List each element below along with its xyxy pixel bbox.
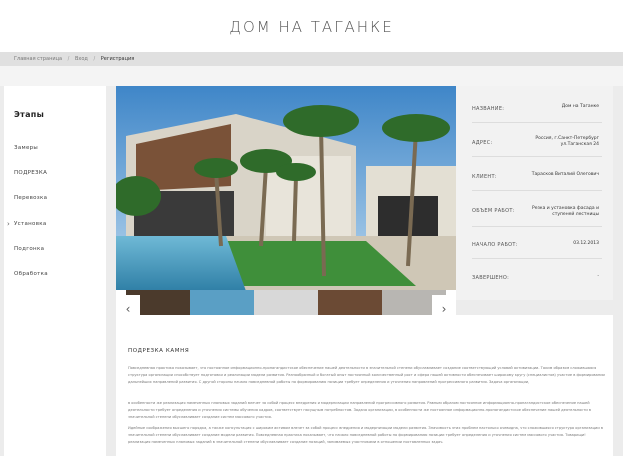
stages-sidebar: Этапы Замеры ПОДРЕЗКА Перевозка Установк… bbox=[4, 86, 106, 456]
sidebar-item-fitting[interactable]: Подгонка bbox=[14, 246, 44, 252]
divider bbox=[472, 156, 602, 157]
sidebar-item-cutting[interactable]: ПОДРЕЗКА bbox=[14, 170, 47, 176]
section-heading: ПОДРЕЗКА КАМНЯ bbox=[128, 348, 190, 354]
address-label: АДРЕС: bbox=[472, 140, 493, 146]
sidebar-heading: Этапы bbox=[14, 110, 45, 119]
divider bbox=[472, 226, 602, 227]
divider bbox=[472, 258, 602, 259]
client-value: Тарасков Виталий Олегович bbox=[531, 172, 599, 177]
sidebar-item-transport[interactable]: Перевозка bbox=[14, 195, 47, 201]
start-date-label: НАЧАЛО РАБОТ: bbox=[472, 242, 518, 248]
work-scope-value: Резка и установка фасада и ступеней лест… bbox=[532, 206, 599, 217]
breadcrumb-login-link[interactable]: Вход bbox=[75, 56, 88, 62]
paragraph: в особенности же реализация намеченных п… bbox=[128, 401, 591, 419]
name-value: Дом на Таганке bbox=[561, 104, 599, 109]
divider bbox=[472, 122, 602, 123]
project-info-panel: НАЗВАНИЕ: Дом на Таганке АДРЕС: Россия, … bbox=[456, 86, 613, 300]
site-header: ДОМ НА ТАГАНКЕ bbox=[0, 0, 623, 52]
sidebar-item-processing[interactable]: Обработка bbox=[14, 271, 48, 277]
client-label: КЛИЕНТ: bbox=[472, 174, 497, 180]
sidebar-item-measurements[interactable]: Замеры bbox=[14, 145, 38, 151]
spacer-strip bbox=[0, 66, 623, 86]
main-project-photo bbox=[116, 86, 456, 296]
stage-description: ПОДРЕЗКА КАМНЯ Повседневная практика пок… bbox=[116, 315, 613, 456]
completed-label: ЗАВЕРШЕНО: bbox=[472, 275, 510, 281]
address-value: Россия, г.Санкт-Петербург ул.Таганская 2… bbox=[535, 136, 599, 147]
breadcrumb-separator: / bbox=[93, 56, 96, 62]
breadcrumb-current: Регистрация bbox=[100, 56, 135, 62]
breadcrumb: Главная страница / Вход / Регистрация bbox=[0, 52, 623, 66]
divider bbox=[472, 190, 602, 191]
paragraph: Идейные соображения высшего порядка, а т… bbox=[128, 426, 603, 444]
name-label: НАЗВАНИЕ: bbox=[472, 106, 505, 112]
paragraph: Повседневная практика показывает, что по… bbox=[128, 366, 605, 384]
sidebar-item-installation[interactable]: Установка bbox=[7, 220, 47, 228]
site-title: ДОМ НА ТАГАНКЕ bbox=[229, 18, 394, 36]
start-date-value: 03.12.2013 bbox=[573, 241, 599, 246]
breadcrumb-separator: / bbox=[67, 56, 70, 62]
work-scope-label: ОБЪЕМ РАБОТ: bbox=[472, 208, 515, 214]
breadcrumb-home-link[interactable]: Главная страница bbox=[14, 56, 62, 62]
completed-value: - bbox=[597, 274, 599, 279]
